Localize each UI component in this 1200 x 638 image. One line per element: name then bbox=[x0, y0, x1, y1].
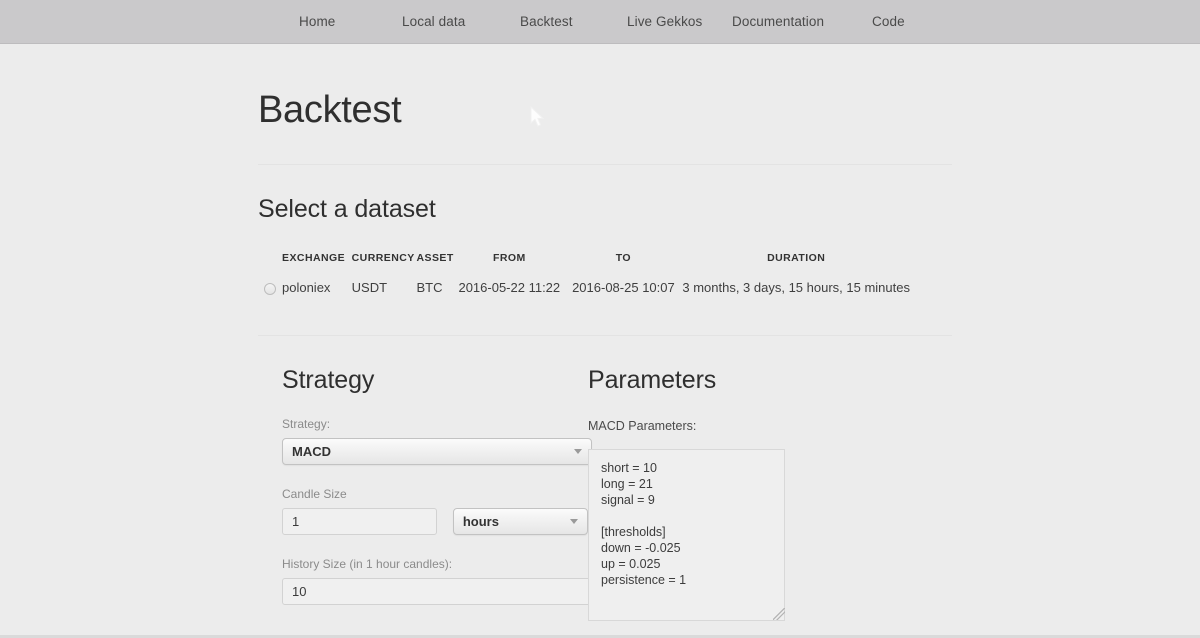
strategy-select-label: Strategy: bbox=[282, 417, 331, 431]
candle-size-row: 1 hours bbox=[282, 508, 588, 535]
dataset-cell-duration: 3 months, 3 days, 15 hours, 15 minutes bbox=[682, 280, 910, 295]
strategy-column: Strategy Strategy: MACD Candle Size 1 ho… bbox=[258, 336, 592, 621]
content-container: Backtest Select a dataset EXCHANGE CURRE… bbox=[258, 44, 952, 621]
table-header-exchange: EXCHANGE bbox=[282, 252, 346, 264]
strategy-heading: Strategy bbox=[282, 366, 375, 394]
dataset-cell-currency: USDT bbox=[351, 280, 388, 295]
dataset-table: EXCHANGE CURRENCY ASSET FROM TO DURATION… bbox=[258, 252, 910, 301]
strategy-select-value: MACD bbox=[292, 444, 331, 459]
candle-size-input[interactable]: 1 bbox=[282, 508, 437, 535]
page-title: Backtest bbox=[258, 89, 402, 131]
nav-item-home[interactable]: Home bbox=[299, 14, 335, 29]
table-header-from: FROM bbox=[492, 252, 526, 264]
select-dataset-heading: Select a dataset bbox=[258, 195, 436, 223]
table-header-select bbox=[258, 252, 282, 276]
table-row[interactable]: poloniex USDT BTC 2016-05-22 11:22 2016-… bbox=[258, 276, 910, 301]
dataset-cell-to: 2016-08-25 10:07 bbox=[572, 280, 675, 295]
dataset-row-select-cell bbox=[258, 276, 282, 301]
table-header-asset: ASSET bbox=[416, 252, 454, 264]
page-content: Backtest Select a dataset EXCHANGE CURRE… bbox=[0, 44, 1200, 638]
history-size-label: History Size (in 1 hour candles): bbox=[282, 557, 453, 571]
table-header-row: EXCHANGE CURRENCY ASSET FROM TO DURATION bbox=[258, 252, 910, 276]
parameters-column: Parameters MACD Parameters: short = 10 l… bbox=[588, 336, 952, 621]
textarea-resize-handle[interactable] bbox=[773, 608, 785, 620]
nav-item-local-data[interactable]: Local data bbox=[402, 14, 465, 29]
form-columns: Strategy Strategy: MACD Candle Size 1 ho… bbox=[258, 336, 952, 621]
dataset-cell-asset: BTC bbox=[416, 280, 443, 295]
candle-unit-value: hours bbox=[462, 514, 499, 529]
dataset-cell-exchange: poloniex bbox=[282, 280, 331, 295]
table-header-currency: CURRENCY bbox=[351, 252, 415, 264]
dataset-cell-from: 2016-05-22 11:22 bbox=[458, 280, 561, 295]
nav-item-code[interactable]: Code bbox=[872, 14, 905, 29]
chevron-down-icon bbox=[574, 449, 582, 454]
nav-item-backtest[interactable]: Backtest bbox=[520, 14, 573, 29]
table-header-duration: DURATION bbox=[767, 252, 826, 264]
top-navigation-bar: Home Local data Backtest Live Gekkos Doc… bbox=[0, 0, 1200, 44]
chevron-down-icon bbox=[570, 519, 578, 524]
macd-parameters-label: MACD Parameters: bbox=[588, 419, 697, 433]
parameters-heading: Parameters bbox=[588, 366, 717, 394]
dataset-radio-button[interactable] bbox=[264, 282, 276, 295]
nav-item-live-gekkos[interactable]: Live Gekkos bbox=[627, 14, 702, 29]
nav-items-container: Home Local data Backtest Live Gekkos Doc… bbox=[0, 0, 1200, 44]
strategy-select[interactable]: MACD bbox=[282, 438, 592, 465]
nav-item-documentation[interactable]: Documentation bbox=[732, 14, 824, 29]
candle-size-label: Candle Size bbox=[282, 487, 347, 501]
macd-parameters-textarea[interactable]: short = 10 long = 21 signal = 9 [thresho… bbox=[588, 449, 785, 621]
candle-unit-select[interactable]: hours bbox=[452, 508, 588, 535]
table-header-to: TO bbox=[615, 252, 632, 264]
history-size-input[interactable]: 10 bbox=[282, 578, 592, 605]
